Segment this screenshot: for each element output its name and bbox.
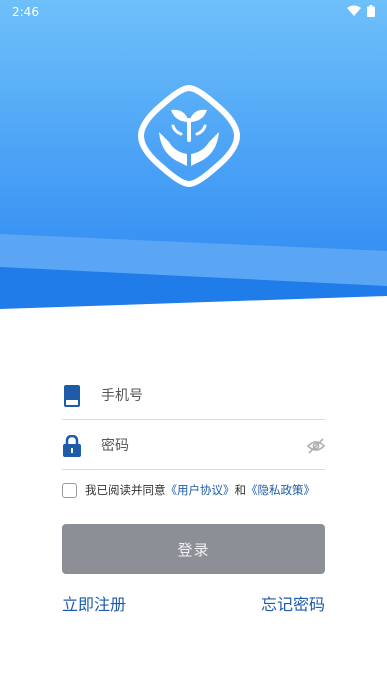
phone-input[interactable] (101, 380, 325, 411)
register-link[interactable]: 立即注册 (62, 591, 126, 615)
eye-off-icon[interactable] (307, 437, 325, 455)
agreement-conjunction: 和 (234, 483, 247, 497)
privacy-policy-link[interactable]: 《隐私政策》 (246, 482, 315, 498)
login-button[interactable]: 登录 (62, 524, 325, 574)
password-field[interactable] (62, 422, 325, 470)
phone-icon (62, 384, 82, 408)
battery-icon (367, 4, 375, 20)
agreement-prefix: 我已阅读并同意 (85, 483, 166, 497)
forgot-password-link[interactable]: 忘记密码 (261, 591, 325, 615)
password-input[interactable] (101, 430, 307, 461)
wifi-icon (347, 5, 361, 19)
phone-field[interactable] (62, 372, 325, 420)
hands-sprout-logo (135, 82, 243, 190)
agreement-row: 我已阅读并同意 《用户协议》 和 《隐私政策》 (62, 482, 315, 498)
user-agreement-link[interactable]: 《用户协议》 (166, 482, 235, 498)
agreement-checkbox[interactable] (62, 482, 77, 498)
status-time: 2:46 (12, 5, 39, 19)
lock-icon (62, 434, 82, 458)
login-form (62, 372, 325, 470)
status-bar: 2:46 (0, 0, 387, 24)
